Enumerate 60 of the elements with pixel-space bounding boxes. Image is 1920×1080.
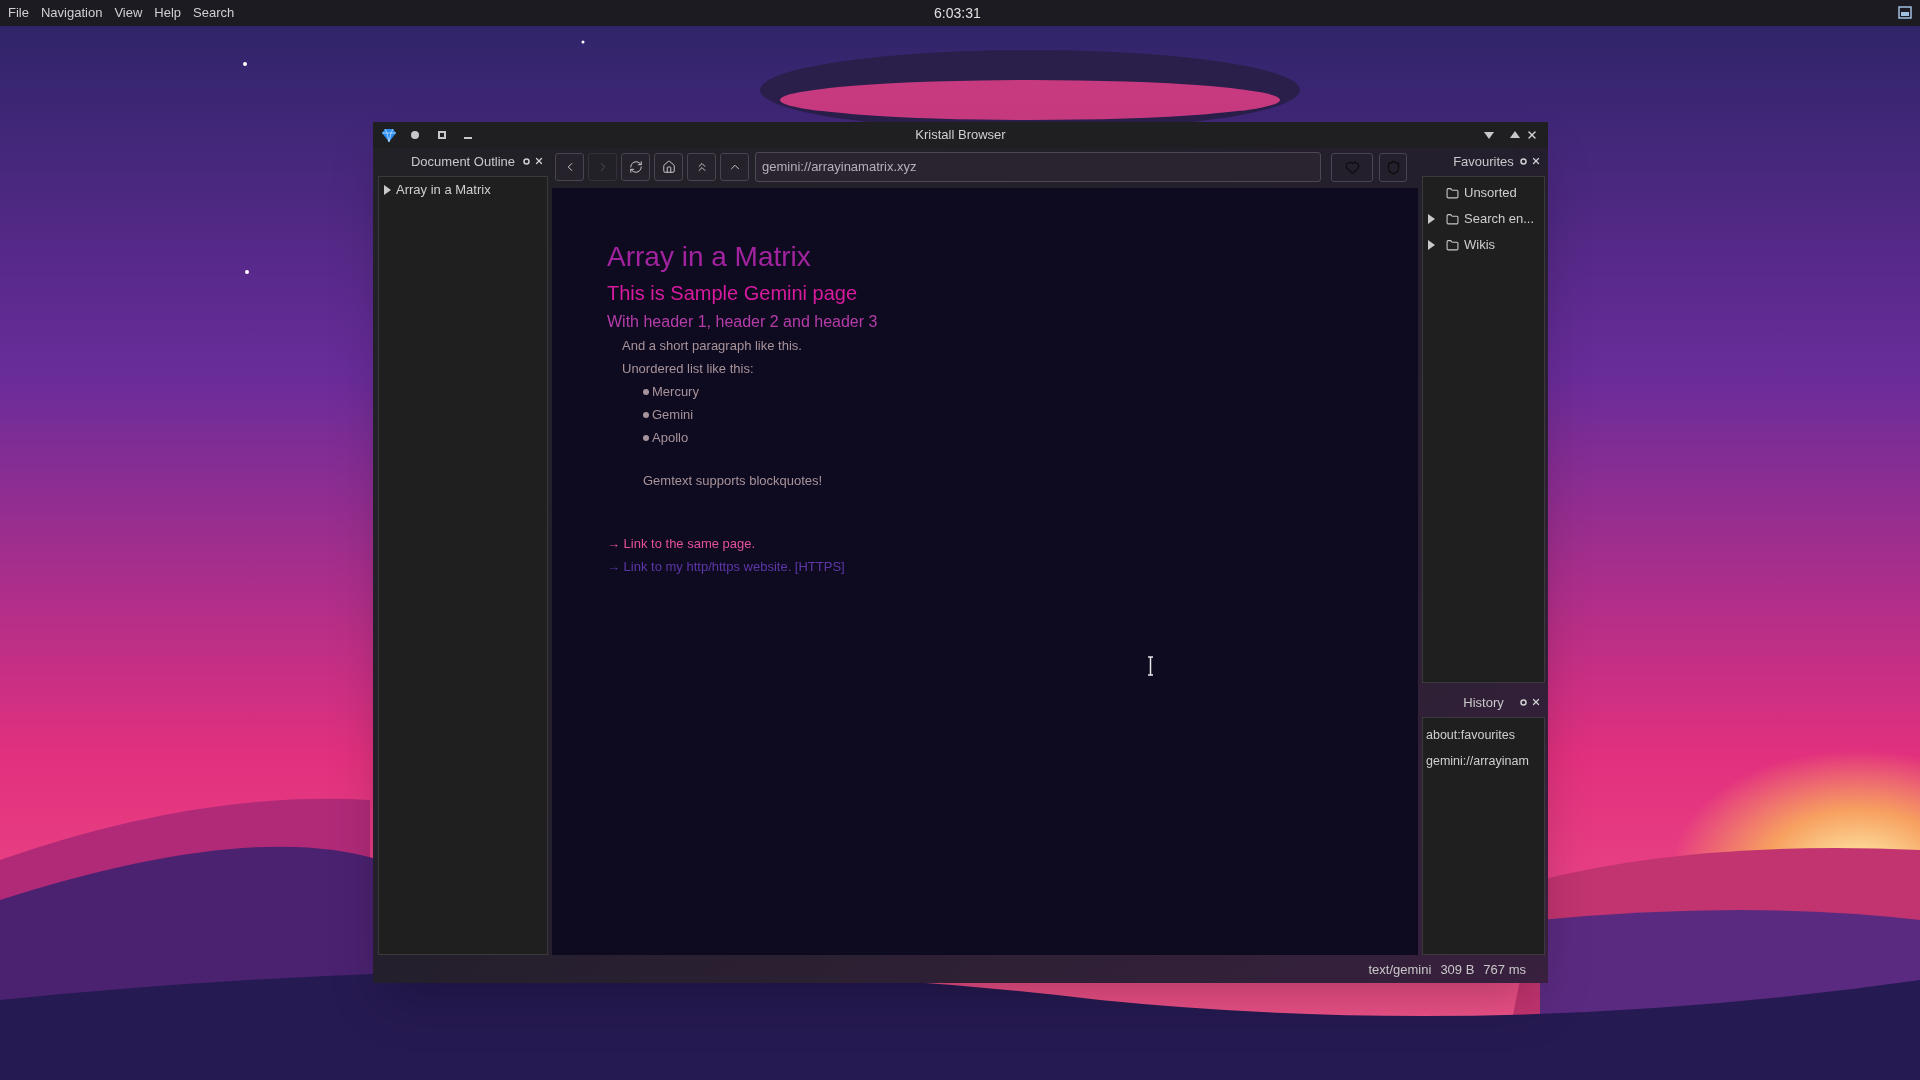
shield-icon [1385,159,1401,175]
list-item: Gemini [652,405,694,424]
mime-type: text/gemini [1368,961,1432,980]
window-title: Kristall Browser [915,126,1006,145]
pin-icon[interactable] [411,131,419,139]
text-cursor-icon [1148,656,1153,676]
reload-icon [628,160,643,174]
float-icon[interactable] [1520,158,1527,165]
expand-arrow-icon[interactable] [1428,240,1435,250]
close-icon[interactable] [1531,697,1541,707]
folder-icon [1446,186,1459,200]
history-item[interactable]: about:favourites [1426,725,1515,745]
home-icon [661,160,676,174]
paragraph: Unordered list like this: [621,360,754,378]
favourite-item[interactable]: Unsorted [1464,183,1517,203]
heart-icon [1344,159,1360,175]
bullet-icon [643,434,649,441]
expand-arrow-icon[interactable] [1428,214,1435,224]
history-item[interactable]: gemini://arrayinam [1426,751,1529,771]
expand-arrow-icon[interactable] [384,185,391,195]
up-triangle-icon[interactable] [1510,131,1520,138]
folder-icon [1446,238,1459,252]
root-button[interactable] [687,153,716,181]
menu-item[interactable]: View [114,3,143,23]
list-item: Mercury [652,382,699,401]
float-icon[interactable] [1520,699,1527,706]
paragraph: And a short paragraph like this. [621,337,802,355]
subheading: This is Sample Gemini page [607,281,858,306]
gem-icon [381,127,397,143]
menu-item[interactable]: File [8,3,29,23]
close-icon[interactable] [1531,156,1541,166]
menu-item[interactable]: Help [154,3,182,23]
load-time: 767 ms [1483,961,1526,980]
menu-item[interactable]: Search [193,3,235,23]
bullet-icon [643,411,649,418]
folder-icon [1446,212,1459,226]
outline-item[interactable]: Array in a Matrix [396,180,491,200]
tray-icon[interactable] [1898,6,1912,19]
bullet-icon [643,388,649,395]
home-button[interactable] [654,153,683,181]
panel-title: History [1463,694,1504,713]
close-icon[interactable] [534,156,544,166]
list-item: Apollo [652,428,689,447]
address-field[interactable]: gemini://arrayinamatrix.xyz [755,152,1321,182]
subheading: With header 1, header 2 and header 3 [607,312,878,332]
blockquote: Gemtext supports blockquotes! [642,472,823,490]
heading: Array in a Matrix [607,240,811,274]
close-icon[interactable] [1526,129,1538,141]
menu-item[interactable]: Navigation [40,3,103,23]
link[interactable]: → Link to the same page. [607,532,756,555]
float-icon[interactable] [523,158,530,165]
down-triangle-icon[interactable] [1484,132,1494,139]
panel-title: Favourites [1453,153,1514,172]
clock: 6:03:31 [934,3,981,23]
page-size: 309 B [1440,961,1475,980]
reload-button[interactable] [621,153,650,181]
square-icon[interactable] [438,131,446,139]
panel-title: Document Outline [410,153,516,172]
favourite-item[interactable]: Wikis [1464,235,1496,255]
favourite-item[interactable]: Search en... [1464,209,1535,229]
